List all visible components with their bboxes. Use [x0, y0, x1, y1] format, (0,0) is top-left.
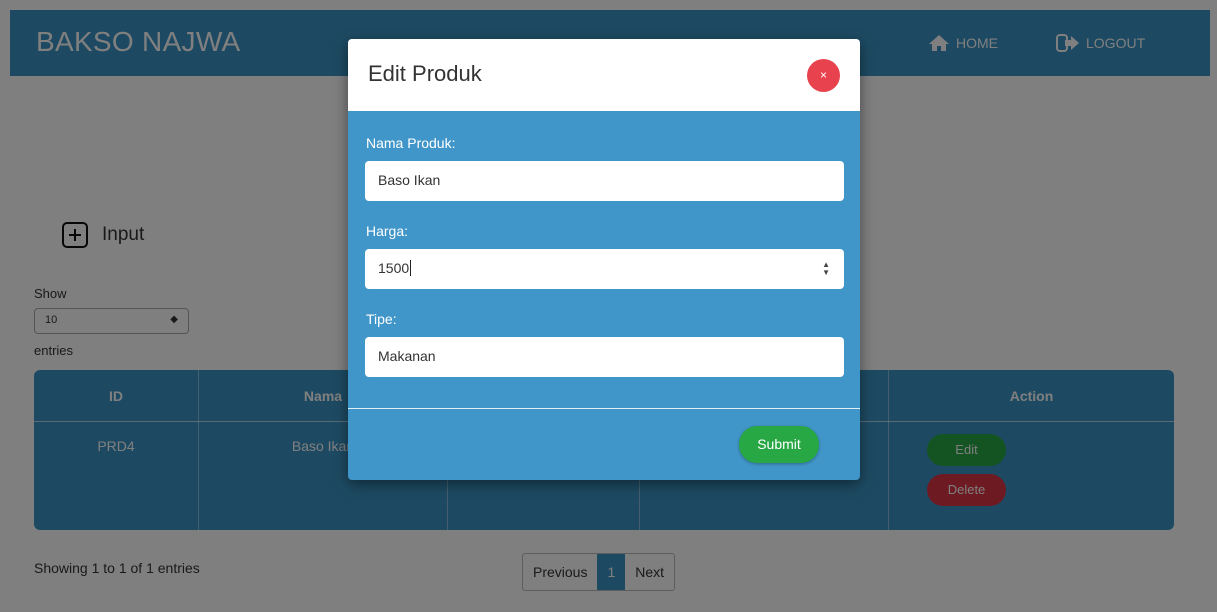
number-spinner-icon[interactable]: ▲ ▼ [822, 261, 830, 277]
tipe-label: Tipe: [366, 311, 397, 327]
close-button[interactable]: × [807, 59, 840, 92]
tipe-input[interactable]: Makanan [365, 337, 844, 377]
nama-produk-value: Baso Ikan [378, 172, 441, 188]
modal-divider [348, 408, 860, 409]
modal-header: Edit Produk × [348, 39, 860, 111]
edit-product-modal: Edit Produk × Nama Produk: Baso Ikan Har… [348, 39, 860, 480]
modal-title: Edit Produk [368, 61, 482, 86]
submit-button[interactable]: Submit [739, 426, 819, 463]
text-cursor [410, 260, 412, 276]
nama-produk-input[interactable]: Baso Ikan [365, 161, 844, 201]
nama-produk-label: Nama Produk: [366, 135, 456, 151]
tipe-value: Makanan [378, 348, 436, 364]
harga-value: 1500 [378, 260, 410, 276]
harga-input[interactable]: 1500 ▲ ▼ [365, 249, 844, 289]
harga-label: Harga: [366, 223, 409, 239]
